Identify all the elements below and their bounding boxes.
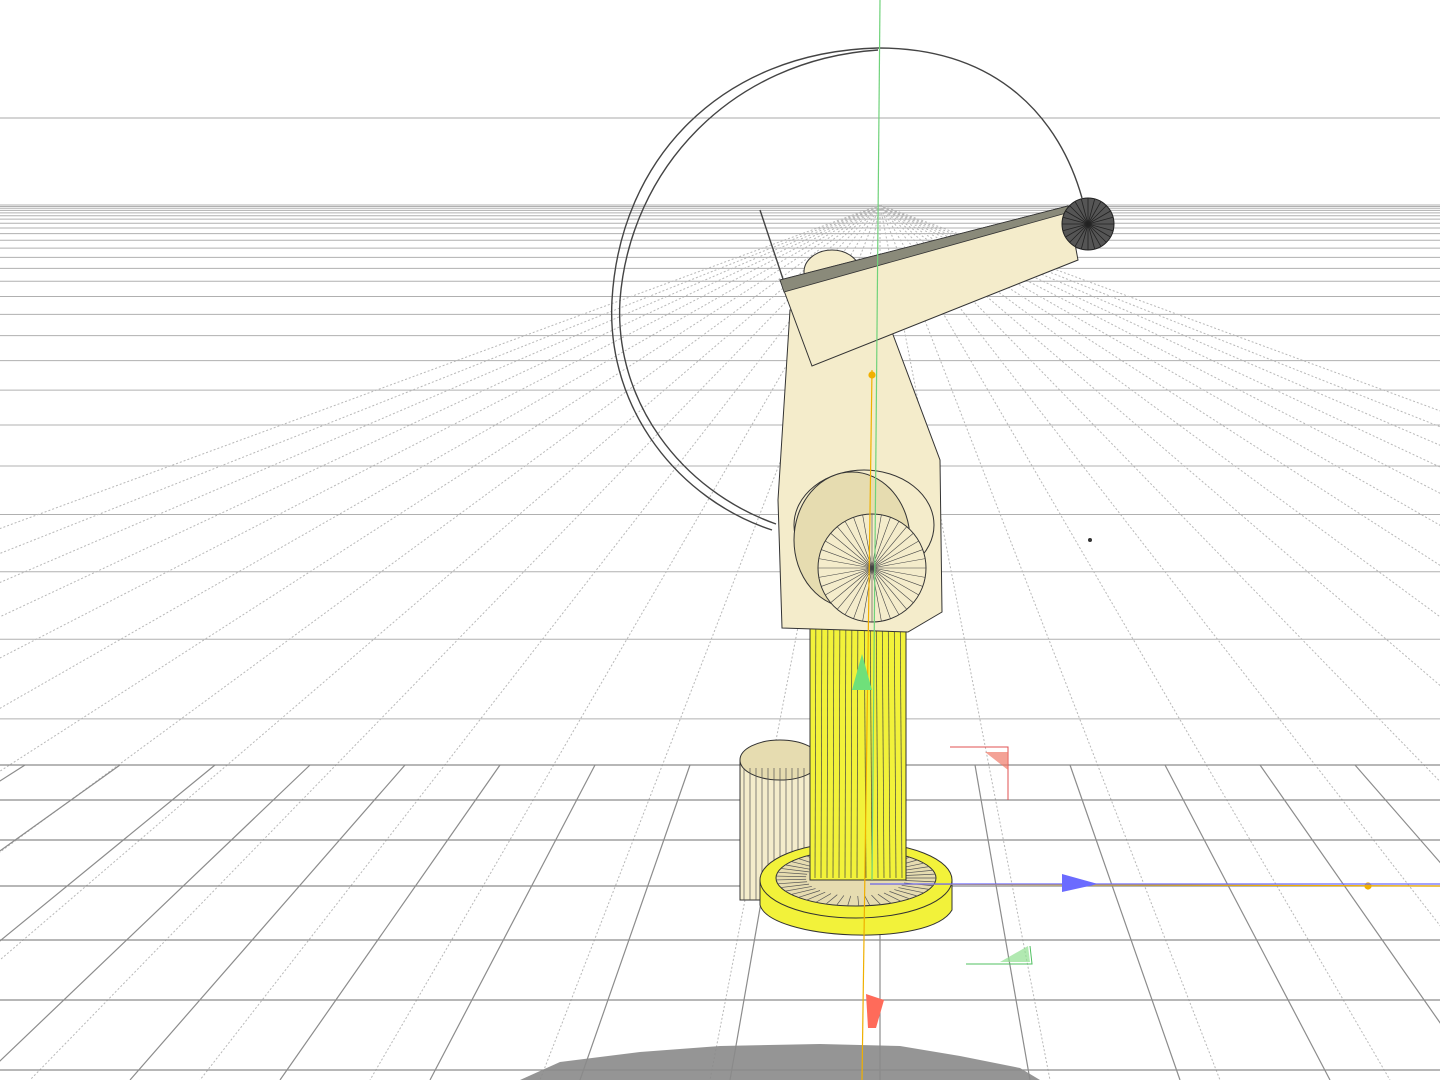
grid-line: [199, 204, 881, 1080]
plane-handle-xz[interactable]: [950, 746, 1009, 800]
forearm[interactable]: [779, 205, 1079, 367]
grid-line: [0, 204, 881, 583]
grid-line: [0, 204, 881, 659]
grid-line: [279, 764, 501, 1080]
grid-line: [879, 204, 1221, 1080]
move-gizmo[interactable]: [852, 654, 1440, 1028]
grid-line: [879, 204, 1440, 468]
grid-line: [1259, 764, 1440, 1024]
grid-line: [0, 764, 121, 852]
arrow-down-icon[interactable]: [866, 994, 884, 1028]
end-effector[interactable]: [1061, 197, 1115, 251]
arrow-right-icon[interactable]: [1062, 874, 1098, 892]
scene-canvas[interactable]: [0, 0, 1440, 1080]
grid-line: [0, 764, 26, 782]
grid-line: [879, 204, 1391, 1080]
grid-line: [0, 204, 881, 618]
grid-line: [0, 204, 881, 530]
pivot-axis: [861, 369, 1440, 1080]
floor-grid: [0, 764, 1440, 1080]
grid-line: [129, 764, 406, 1080]
far-grid: [0, 117, 1440, 1080]
grid-line: [1069, 764, 1181, 1080]
scene-point: [1088, 538, 1092, 542]
3d-viewport[interactable]: [0, 0, 1440, 1080]
grid-line: [429, 764, 596, 1080]
grid-line: [0, 204, 881, 772]
object-shadow: [520, 1044, 1040, 1080]
grid-line: [0, 764, 311, 1062]
grid-line: [579, 764, 691, 1080]
grid-line: [974, 764, 1031, 1080]
grid-line: [0, 204, 881, 709]
grid-line: [0, 204, 881, 554]
grid-line: [0, 204, 881, 853]
grid-line: [0, 204, 881, 961]
grid-line: [1164, 764, 1331, 1080]
plane-handle-xy[interactable]: [966, 945, 1033, 965]
grid-line: [1354, 764, 1440, 864]
